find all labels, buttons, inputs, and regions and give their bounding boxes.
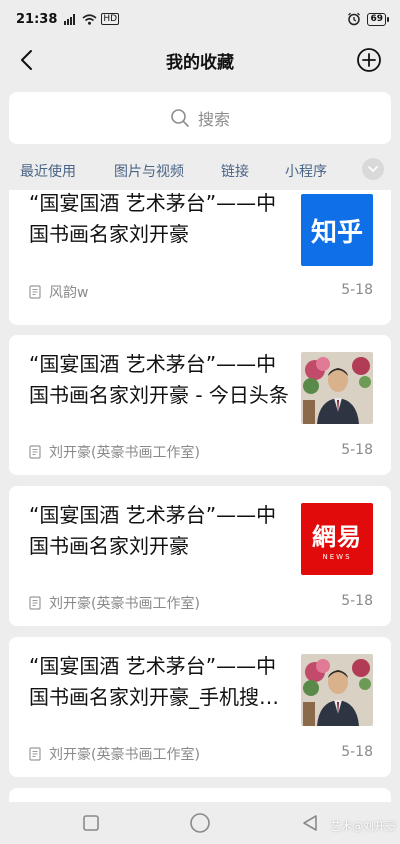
item-date: 5-18 [341, 593, 373, 609]
list-item[interactable] [9, 788, 391, 802]
list-item[interactable]: “国宴国酒 艺术茅台”——中国书画名家刘开豪 網易 NEWS 刘开豪(英豪书画工… [9, 486, 391, 626]
battery-icon: 69 [367, 12, 389, 26]
item-meta: 风韵w [29, 282, 88, 302]
signal-icon [64, 13, 76, 25]
item-meta: 刘开豪(英豪书画工作室) [29, 744, 200, 764]
document-icon [29, 596, 41, 610]
add-button[interactable] [354, 45, 384, 75]
netease-logo-text: 網易 [312, 522, 362, 551]
clock: 21:38 [16, 11, 58, 27]
tab-recent[interactable]: 最近使用 [20, 161, 76, 181]
wifi-icon [82, 13, 97, 25]
item-date: 5-18 [341, 744, 373, 760]
nav-bar: 我的收藏 [0, 38, 400, 82]
item-source: 刘开豪(英豪书画工作室) [49, 747, 200, 763]
item-title: “国宴国酒 艺术茅台”——中国书画名家刘开豪 - 今日头条 [29, 352, 289, 407]
item-source: 风韵w [49, 285, 89, 301]
document-icon [29, 445, 41, 459]
expand-tabs-button[interactable] [362, 158, 384, 180]
item-date: 5-18 [341, 442, 373, 458]
circle-icon [190, 813, 210, 833]
search-icon [171, 109, 189, 127]
favorites-list: “国宴国酒 艺术茅台”——中国书画名家刘开豪 知乎 风韵w 5-18 “国宴国酒… [0, 190, 400, 802]
chevron-left-icon [21, 50, 32, 70]
netease-news-text: NEWS [322, 553, 352, 561]
item-meta: 刘开豪(英豪书画工作室) [29, 593, 200, 613]
portrait-photo [301, 654, 373, 726]
status-right: 69 [347, 12, 389, 26]
chevron-down-icon [368, 165, 378, 172]
list-item[interactable]: “国宴国酒 艺术茅台”——中国书画名家刘开豪 知乎 风韵w 5-18 [9, 190, 391, 325]
back-button[interactable] [10, 44, 42, 76]
item-title: “国宴国酒 艺术茅台”——中国书画名家刘开豪 [29, 191, 277, 246]
alarm-icon [348, 12, 361, 26]
item-title: “国宴国酒 艺术茅台”——中国书画名家刘开豪_手机搜狐网 [29, 654, 279, 709]
system-nav-bar: 艺术@刘开豪 [0, 802, 400, 844]
tab-mini-programs[interactable]: 小程序 [285, 161, 327, 181]
item-meta: 刘开豪(英豪书画工作室) [29, 442, 200, 462]
tab-links[interactable]: 链接 [221, 161, 249, 181]
hd-indicator: HD [101, 13, 120, 25]
zhihu-logo-text: 知乎 [310, 217, 363, 248]
back-nav-button[interactable] [295, 808, 325, 838]
item-date: 5-18 [341, 282, 373, 298]
portrait-photo [301, 352, 373, 424]
item-title: “国宴国酒 艺术茅台”——中国书画名家刘开豪 [29, 503, 277, 558]
search-input[interactable]: 搜索 [9, 92, 391, 144]
status-bar: 21:38 HD 69 [0, 0, 400, 38]
filter-tabs: 最近使用 图片与视频 链接 小程序 [0, 154, 400, 186]
status-left: 21:38 HD [16, 11, 120, 27]
page-title: 我的收藏 [166, 52, 234, 73]
list-item[interactable]: “国宴国酒 艺术茅台”——中国书画名家刘开豪_手机搜狐网 刘开豪(英豪书画工作室… [9, 637, 391, 777]
watermark: 艺术@刘开豪 [330, 820, 396, 833]
list-item[interactable]: “国宴国酒 艺术茅台”——中国书画名家刘开豪 - 今日头条 刘开豪(英豪书画工作… [9, 335, 391, 475]
item-thumbnail-netease: 網易 NEWS [301, 503, 373, 575]
square-icon [83, 815, 99, 831]
item-thumbnail-photo [301, 654, 373, 726]
triangle-back-icon [303, 815, 317, 831]
document-icon [29, 747, 41, 761]
item-thumbnail-photo [301, 352, 373, 424]
item-source: 刘开豪(英豪书画工作室) [49, 596, 200, 612]
search-placeholder: 搜索 [197, 110, 230, 129]
plus-circle-icon [357, 48, 381, 72]
home-button[interactable] [185, 808, 215, 838]
document-icon [29, 285, 41, 299]
tab-images-videos[interactable]: 图片与视频 [114, 161, 184, 181]
recent-apps-button[interactable] [76, 808, 106, 838]
item-source: 刘开豪(英豪书画工作室) [49, 445, 200, 461]
item-thumbnail-zhihu: 知乎 [301, 194, 373, 266]
